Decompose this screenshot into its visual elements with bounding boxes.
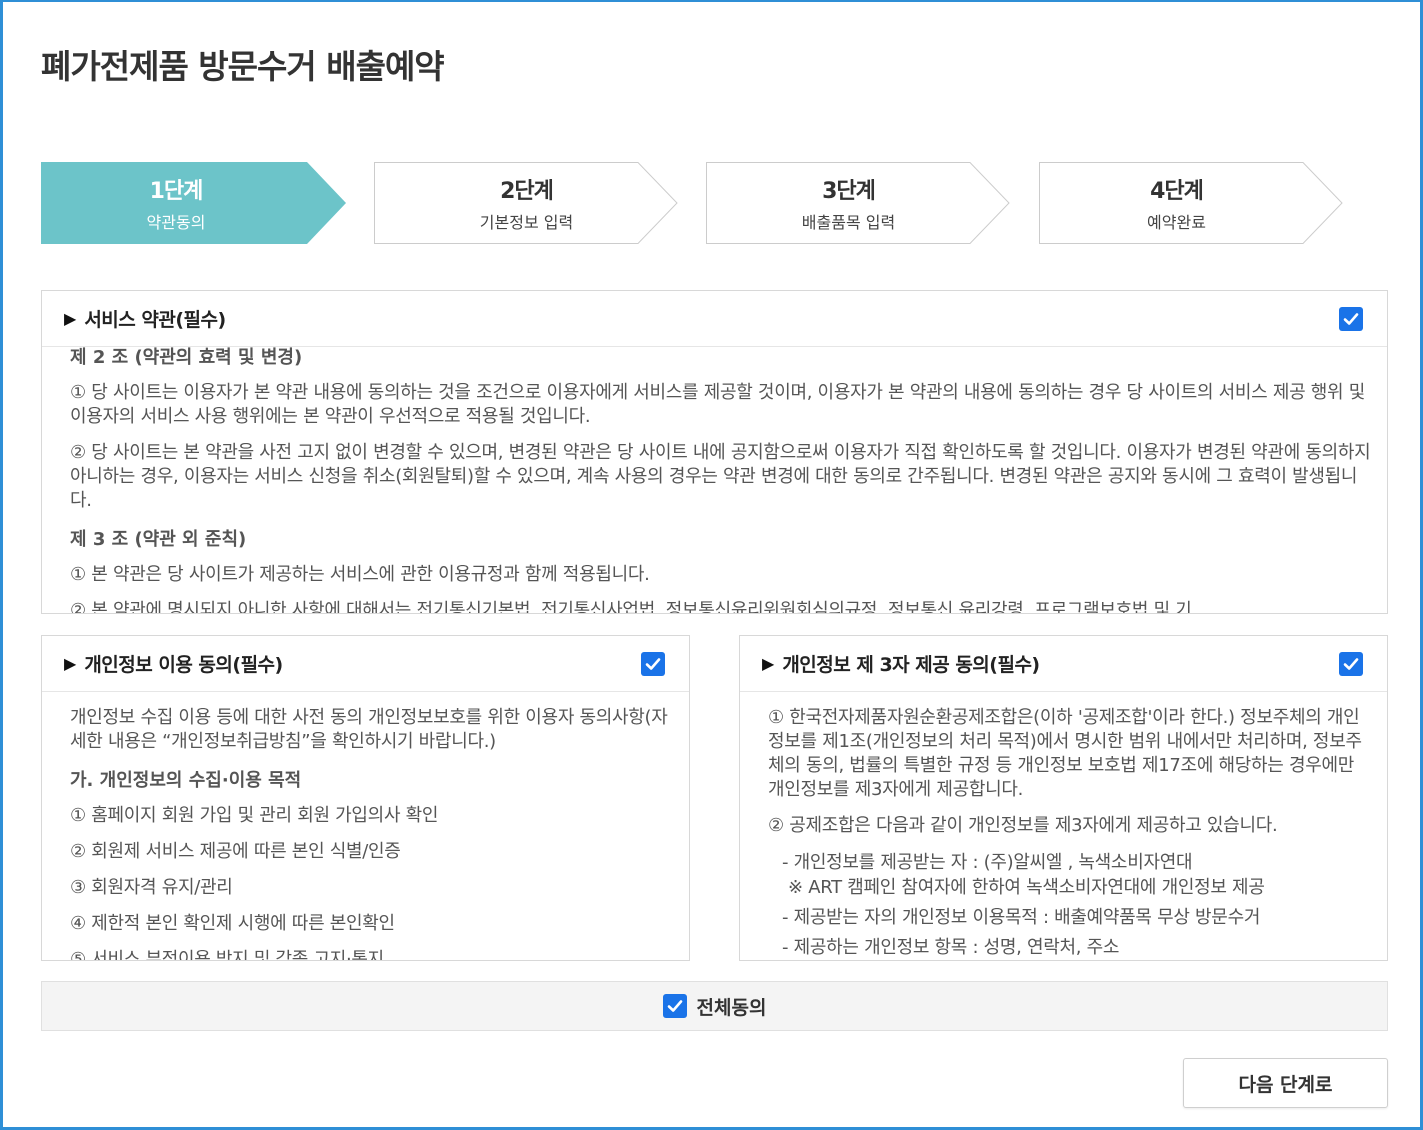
article-3-paragraph-1: ① 본 약관은 당 사이트가 제공하는 서비스에 관한 이용규정과 함께 적용됩…: [70, 564, 650, 585]
step-label: 배출품목 입력: [801, 213, 896, 232]
privacy-use-section-title: 가. 개인정보의 수집·이용 목적: [70, 770, 302, 791]
list-item: ④ 제한적 본인 확인제 시행에 따른 본인확인: [70, 913, 395, 934]
privacy-use-header: ▶ 개인정보 이용 동의(필수): [42, 636, 689, 692]
service-terms-checkbox[interactable]: [1339, 307, 1363, 331]
third-party-paragraph-2: ② 공제조합은 다음과 같이 개인정보를 제3자에게 제공하고 있습니다.: [768, 815, 1278, 836]
next-step-button[interactable]: 다음 단계로: [1183, 1058, 1388, 1108]
page-title: 폐가전제품 방문수거 배출예약: [41, 47, 445, 86]
step-number: 3단계: [822, 179, 876, 204]
privacy-use-checkbox[interactable]: [641, 652, 665, 676]
check-icon: [1343, 313, 1359, 325]
privacy-use-panel: ▶ 개인정보 이용 동의(필수) 개인정보 수집 이용 등에 대한 사전 동의 …: [41, 635, 690, 961]
list-item: ⑤ 서비스 부정이용 방지 및 각종 고지·통지: [70, 949, 384, 960]
third-party-recipient: - 개인정보를 제공받는 자 : (주)알씨엘 , 녹색소비자연대: [782, 852, 1193, 873]
privacy-use-title: 개인정보 이용 동의(필수): [84, 654, 283, 676]
privacy-third-party-title: 개인정보 제 3자 제공 동의(필수): [782, 654, 1040, 676]
triangle-right-icon: ▶: [762, 654, 775, 673]
step-4: 4단계 예약완료: [1039, 162, 1349, 244]
privacy-third-party-panel: ▶ 개인정보 제 3자 제공 동의(필수) ① 한국전자제품자원순환공제조합은(…: [739, 635, 1388, 961]
agree-all-label[interactable]: 전체동의: [697, 993, 767, 1020]
privacy-third-party-checkbox[interactable]: [1339, 652, 1363, 676]
third-party-paragraph-1: ① 한국전자제품자원순환공제조합은(이하 '공제조합'이라 한다.) 정보주체의…: [768, 707, 1362, 800]
triangle-right-icon: ▶: [64, 309, 77, 328]
privacy-third-party-scroll[interactable]: ① 한국전자제품자원순환공제조합은(이하 '공제조합'이라 한다.) 정보주체의…: [740, 692, 1387, 960]
article-2-paragraph-1: ① 당 사이트는 이용자가 본 약관 내용에 동의하는 것을 조건으로 이용자에…: [70, 382, 1365, 427]
service-terms-scroll[interactable]: 제 2 조 (약관의 효력 및 변경) ① 당 사이트는 이용자가 본 약관 내…: [42, 347, 1387, 613]
third-party-purpose: - 제공받는 자의 개인정보 이용목적 : 배출예약품목 무상 방문수거: [782, 907, 1261, 928]
agree-all-checkbox[interactable]: [662, 994, 687, 1018]
service-terms-title: 서비스 약관(필수): [84, 309, 226, 331]
list-item: ① 홈페이지 회원 가입 및 관리 회원 가입의사 확인: [70, 805, 439, 826]
article-2-paragraph-2: ② 당 사이트는 본 약관을 사전 고지 없이 변경할 수 있으며, 변경된 약…: [70, 442, 1371, 511]
service-terms-header: ▶ 서비스 약관(필수): [42, 291, 1387, 347]
step-number: 4단계: [1150, 179, 1204, 204]
third-party-items: - 제공하는 개인정보 항목 : 성명, 연락처, 주소: [782, 937, 1120, 958]
article-3-title: 제 3 조 (약관 외 준칙): [70, 529, 247, 550]
list-item: ③ 회원자격 유지/관리: [70, 877, 233, 898]
step-2: 2단계 기본정보 입력: [374, 162, 684, 244]
privacy-third-party-header: ▶ 개인정보 제 3자 제공 동의(필수): [740, 636, 1387, 692]
service-terms-panel: ▶ 서비스 약관(필수) 제 2 조 (약관의 효력 및 변경) ① 당 사이트…: [41, 290, 1388, 614]
article-2-title: 제 2 조 (약관의 효력 및 변경): [70, 347, 303, 368]
check-icon: [645, 658, 661, 670]
privacy-use-intro: 개인정보 수집 이용 등에 대한 사전 동의 개인정보보호를 위한 이용자 동의…: [70, 707, 668, 752]
step-number: 1단계: [149, 179, 204, 204]
privacy-use-scroll[interactable]: 개인정보 수집 이용 등에 대한 사전 동의 개인정보보호를 위한 이용자 동의…: [42, 692, 689, 960]
check-icon: [667, 1000, 682, 1012]
step-1: 1단계 약관동의: [41, 162, 351, 244]
third-party-recipient-note: ※ ART 캠페인 참여자에 한하여 녹색소비자연대에 개인정보 제공: [788, 877, 1265, 898]
triangle-right-icon: ▶: [64, 654, 77, 673]
check-icon: [1343, 658, 1359, 670]
list-item: ② 회원제 서비스 제공에 따른 본인 식별/인증: [70, 841, 401, 862]
step-label: 예약완료: [1147, 213, 1206, 232]
step-3: 3단계 배출품목 입력: [706, 162, 1016, 244]
step-number: 2단계: [500, 179, 554, 204]
modal-frame: 폐가전제품 방문수거 배출예약 1단계 약관동의 2단계 기본정보 입력 3단계…: [0, 0, 1423, 1130]
step-label: 약관동의: [146, 213, 206, 232]
step-indicator: 1단계 약관동의 2단계 기본정보 입력 3단계 배출품목 입력 4단계 예약완…: [41, 162, 1351, 244]
step-label: 기본정보 입력: [479, 213, 574, 232]
article-3-paragraph-2: ② 본 약관에 명시되지 아니한 사항에 대해서는 전기통신기본법, 전기통신사…: [70, 600, 1192, 613]
agree-all-bar[interactable]: 전체동의: [41, 981, 1388, 1031]
